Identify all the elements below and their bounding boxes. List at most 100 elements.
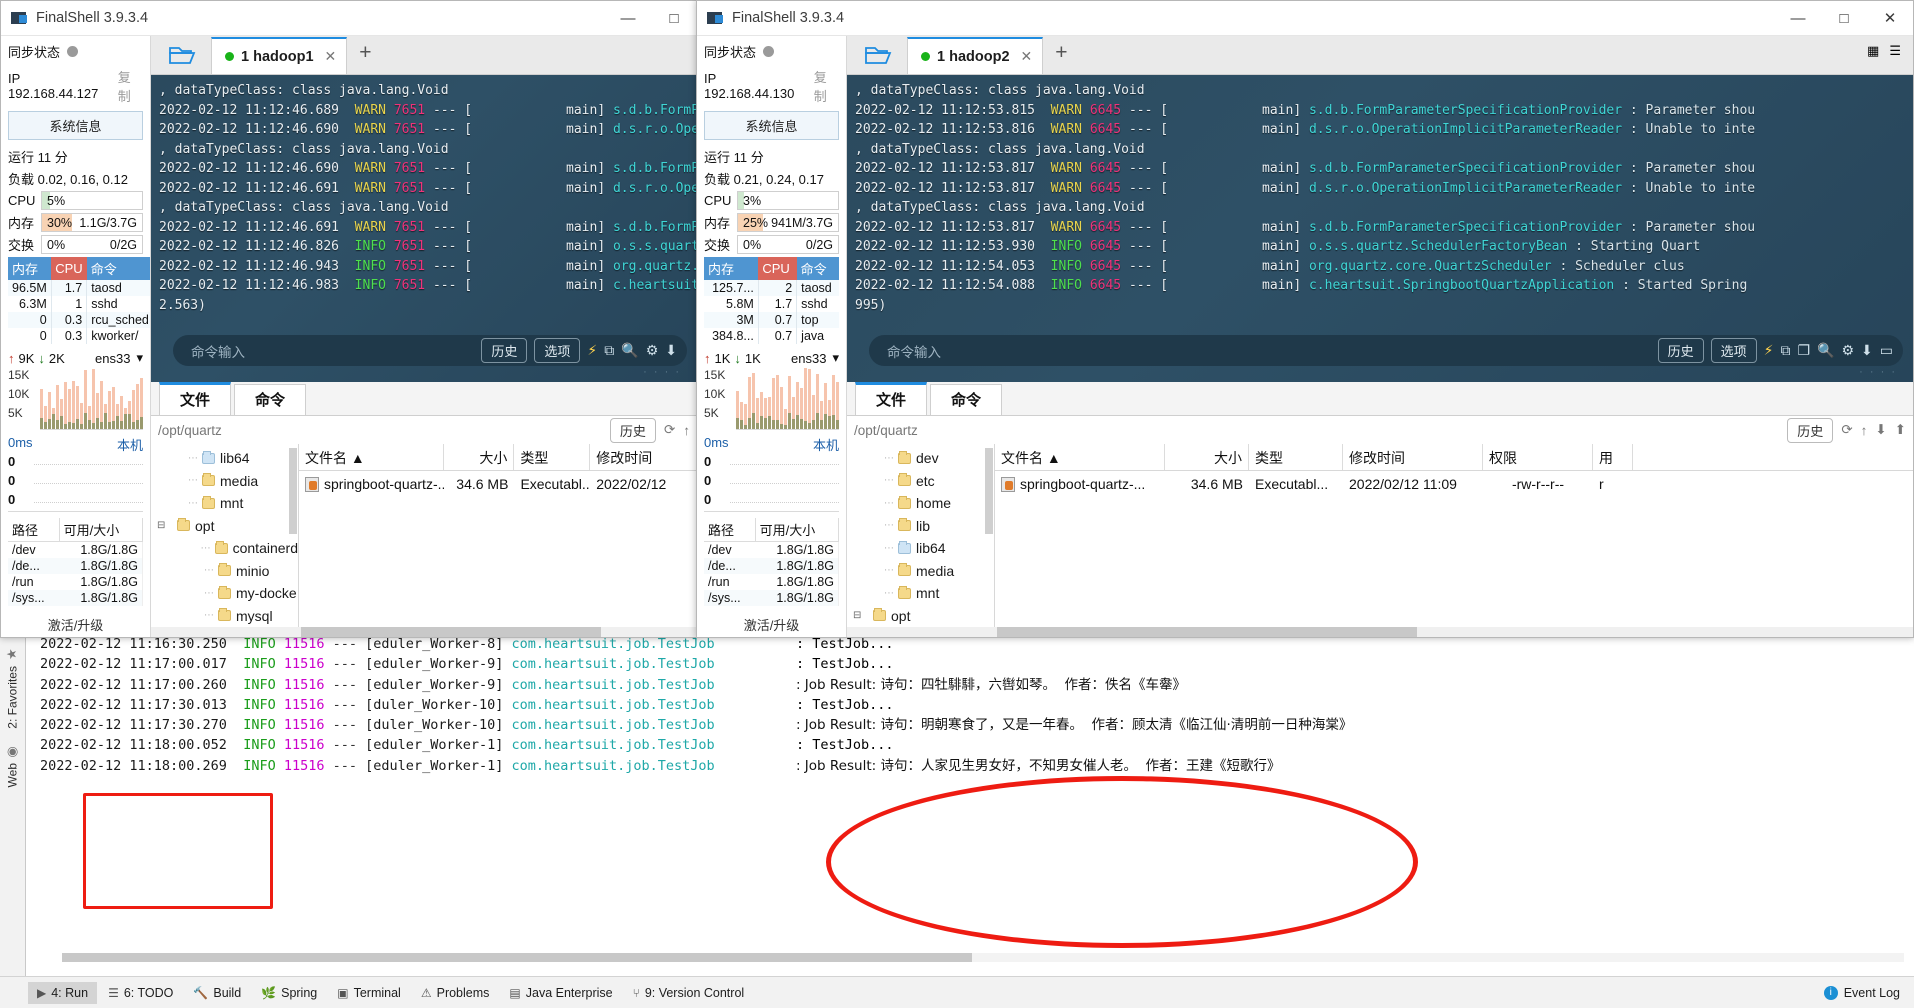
window2-refresh-icon[interactable]: ⟳	[1841, 422, 1852, 438]
disk-row[interactable]: /sys... 1.8G/1.8G	[704, 590, 840, 606]
window2-terminal-resize-handle[interactable]: · · · ·	[1859, 366, 1897, 378]
copy-icon-2[interactable]: ⧉	[1780, 342, 1790, 359]
window1-net-iface[interactable]: ens33	[95, 351, 130, 366]
status-item-spring[interactable]: 🌿 Spring	[252, 982, 326, 1004]
window1-copy-button[interactable]: 复制	[118, 67, 143, 105]
disk-row[interactable]: /sys... 1.8G/1.8G	[8, 590, 144, 606]
disk-row[interactable]: /run 1.8G/1.8G	[8, 574, 144, 590]
window1-refresh-icon[interactable]: ⟳	[664, 422, 675, 438]
window1-file-row[interactable]: springboot-quartz-... 34.6 MB Executabl.…	[299, 471, 697, 497]
window1-open-folder-button[interactable]	[155, 36, 211, 74]
run-console[interactable]: 2022-02-12 11:16:30.250 INFO 11516 --- […	[26, 632, 1914, 976]
window1-col-type[interactable]: 类型	[514, 444, 591, 470]
window2-copy-button[interactable]: 复制	[814, 67, 839, 105]
process-row[interactable]: 96.5M 1.7 taosd	[8, 280, 150, 296]
window1-disk-header-size[interactable]: 可用/大小	[59, 518, 144, 542]
tree-node-media[interactable]: ⋯ media	[847, 560, 994, 583]
finalshell-window-hadoop2[interactable]: FinalShell 3.9.3.4 — □ ✕ 同步状态 IP 192.168…	[696, 0, 1914, 638]
window2-system-info-button[interactable]: 系统信息	[704, 111, 839, 140]
window2-col-type[interactable]: 类型	[1249, 444, 1343, 470]
download-icon-2[interactable]: ⬇	[1861, 342, 1873, 359]
gear-icon[interactable]: ⚙	[646, 342, 659, 359]
window1-col-mtime[interactable]: 修改时间	[590, 444, 697, 470]
window1-proc-header-cpu[interactable]: CPU	[51, 257, 87, 280]
window1-system-info-button[interactable]: 系统信息	[8, 111, 143, 140]
disk-row[interactable]: /de... 1.8G/1.8G	[704, 558, 840, 574]
window2-maximize-button[interactable]: □	[1821, 1, 1867, 36]
window1-session-tab-close-icon[interactable]: ✕	[325, 48, 337, 65]
process-row[interactable]: 0 0.3 rcu_sched	[8, 312, 150, 328]
tree-node-my-docke[interactable]: ⋯ my-docke	[151, 582, 298, 605]
window2-path-history-button[interactable]: 历史	[1787, 417, 1834, 443]
tree-expander-icon[interactable]: ⊟	[853, 610, 863, 621]
finalshell-window-hadoop1[interactable]: FinalShell 3.9.3.4 — □ 同步状态 IP 192.168.4…	[0, 0, 698, 638]
window2-proc-header-mem[interactable]: 内存	[704, 257, 759, 280]
window2-path-input[interactable]: /opt/quartz	[854, 423, 1779, 438]
disk-row[interactable]: /dev 1.8G/1.8G	[704, 541, 840, 558]
fullscreen-icon[interactable]: ▭	[1880, 342, 1893, 359]
window2-history-button[interactable]: 历史	[1657, 338, 1704, 363]
disk-row[interactable]: /de... 1.8G/1.8G	[8, 558, 144, 574]
window2-terminal[interactable]: , dataTypeClass: class java.lang.Void 202…	[847, 75, 1913, 382]
window2-session-tab-close-icon[interactable]: ✕	[1021, 48, 1033, 65]
window2-title-bar[interactable]: FinalShell 3.9.3.4 — □ ✕	[697, 1, 1913, 36]
window2-close-button[interactable]: ✕	[1867, 1, 1913, 36]
window2-col-mtime[interactable]: 修改时间	[1343, 444, 1483, 470]
tree-node-minio[interactable]: ⋯ minio	[151, 560, 298, 583]
window1-proc-header-mem[interactable]: 内存	[8, 257, 52, 280]
tree-node-opt[interactable]: ⊟ opt	[151, 515, 298, 538]
console-horizontal-scrollbar[interactable]	[62, 953, 1904, 962]
event-log-label[interactable]: Event Log	[1844, 986, 1900, 1000]
window1-activate-link[interactable]: 激活/升级	[8, 615, 143, 634]
window1-tab-commands[interactable]: 命令	[234, 384, 307, 415]
process-row[interactable]: 125.7... 2 taosd	[704, 280, 839, 296]
status-item-run[interactable]: ▶ 4: Run	[28, 981, 98, 1004]
window2-tab-commands[interactable]: 命令	[930, 384, 1003, 415]
quick-command-icon[interactable]: ⚡	[587, 342, 597, 359]
window1-history-button[interactable]: 历史	[481, 338, 528, 363]
window2-activate-link[interactable]: 激活/升级	[704, 615, 839, 634]
paste-icon[interactable]: ❐	[1797, 342, 1810, 359]
window2-open-folder-button[interactable]	[851, 36, 907, 74]
window2-disk-header-path[interactable]: 路径	[704, 518, 756, 542]
window1-command-input[interactable]: 命令输入	[191, 341, 474, 361]
window1-session-tab[interactable]: 1 hadoop1 ✕	[211, 37, 348, 74]
window2-download-icon[interactable]: ⬇	[1875, 422, 1886, 438]
window1-path-history-button[interactable]: 历史	[609, 417, 656, 443]
tree-node-etc[interactable]: ⋯ etc	[847, 470, 994, 493]
window2-col-filename[interactable]: 文件名 ▲	[995, 444, 1165, 470]
window1-terminal-resize-handle[interactable]: · · · ·	[643, 366, 681, 378]
tree-expander-icon[interactable]: ⊟	[157, 520, 167, 531]
process-row[interactable]: 3M 0.7 top	[704, 312, 839, 328]
window2-session-tab[interactable]: 1 hadoop2 ✕	[907, 37, 1044, 74]
disk-row[interactable]: /run 1.8G/1.8G	[704, 574, 840, 590]
window2-col-perm[interactable]: 权限	[1483, 444, 1593, 470]
window1-options-button[interactable]: 选项	[534, 338, 581, 363]
window2-up-icon[interactable]: ↑	[1861, 423, 1868, 438]
window2-file-row[interactable]: springboot-quartz-... 34.6 MB Executabl.…	[995, 471, 1913, 497]
copy-icon[interactable]: ⧉	[604, 342, 614, 359]
window2-file-list[interactable]: 文件名 ▲ 大小 类型 修改时间 权限 用 springboot-quartz-…	[995, 444, 1913, 627]
menu-icon[interactable]: ☰	[1889, 43, 1901, 59]
window1-path-input[interactable]: /opt/quartz	[158, 423, 602, 438]
status-item-todo[interactable]: ☰ 6: TODO	[99, 982, 182, 1004]
window1-file-list[interactable]: 文件名 ▲ 大小 类型 修改时间 springboot-quartz-... 3…	[299, 444, 697, 627]
window1-proc-header-cmd[interactable]: 命令	[86, 257, 150, 280]
window2-proc-header-cmd[interactable]: 命令	[796, 257, 839, 280]
window2-file-panel-hscroll[interactable]	[847, 627, 1913, 637]
status-item-terminal[interactable]: ▣ Terminal	[328, 982, 410, 1004]
tree-node-media[interactable]: ⋯ media	[151, 470, 298, 493]
process-row[interactable]: 5.8M 1.7 sshd	[704, 296, 839, 312]
window1-col-size[interactable]: 大小	[444, 444, 515, 470]
quick-command-icon-2[interactable]: ⚡	[1764, 342, 1774, 359]
tree-node-dev[interactable]: ⋯ dev	[847, 447, 994, 470]
window2-tab-files[interactable]: 文件	[855, 382, 928, 415]
gear-icon-2[interactable]: ⚙	[1841, 342, 1854, 359]
window2-disk-header-size[interactable]: 可用/大小	[755, 518, 840, 542]
tree-node-lib64[interactable]: ⋯ lib64	[151, 447, 298, 470]
window1-up-icon[interactable]: ↑	[683, 423, 690, 438]
tree-node-mnt[interactable]: ⋯ mnt	[151, 492, 298, 515]
search-icon[interactable]: 🔍	[621, 342, 638, 359]
window1-new-tab-button[interactable]: +	[347, 41, 383, 69]
process-row[interactable]: 384.8... 0.7 java	[704, 328, 839, 344]
